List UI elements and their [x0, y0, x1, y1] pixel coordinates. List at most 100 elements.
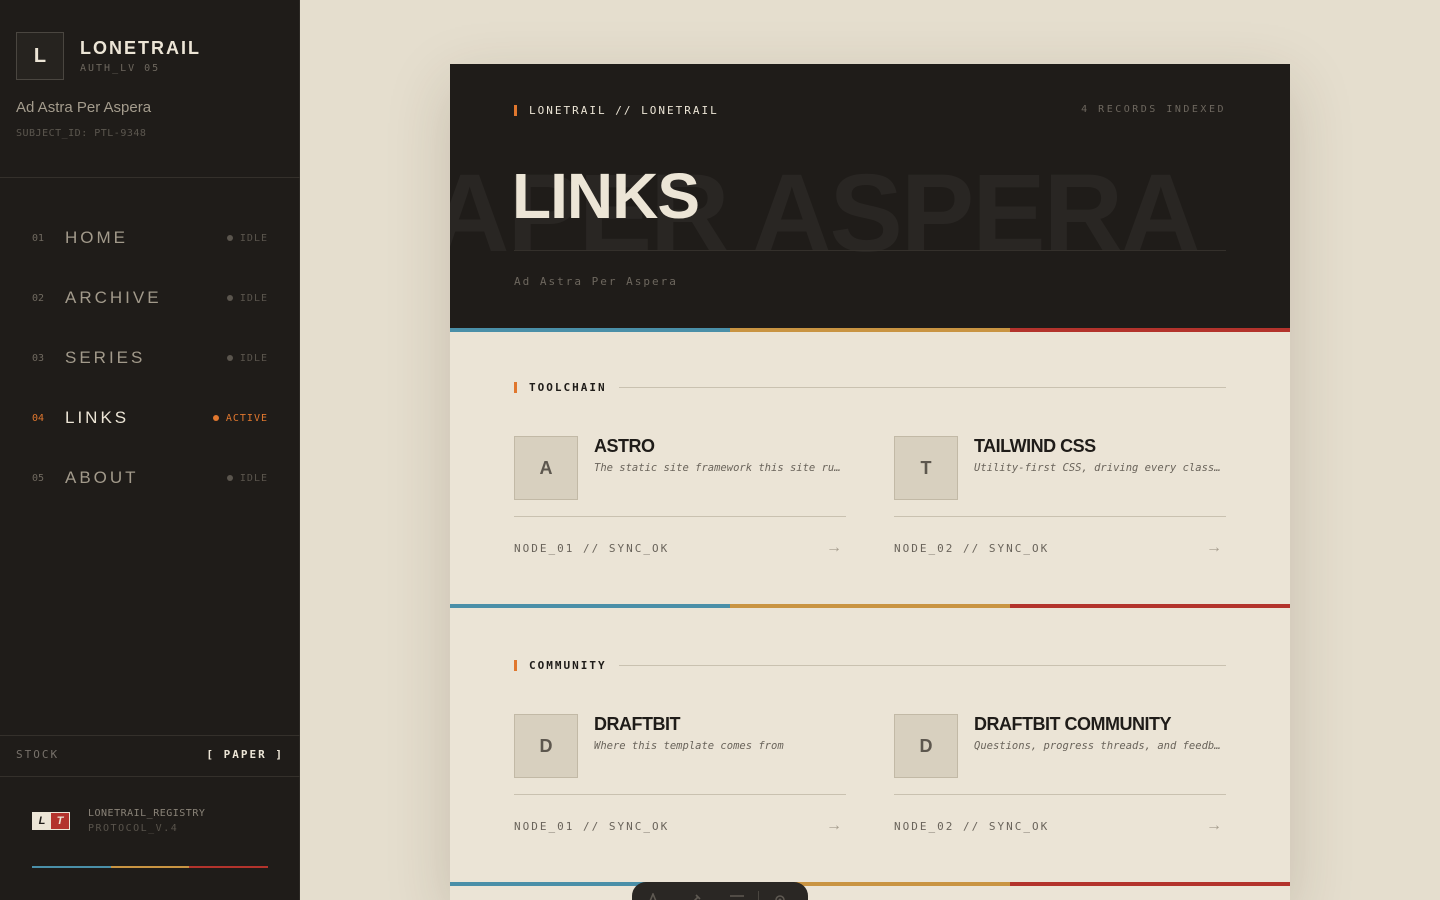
- link-description: Where this template comes from: [594, 740, 784, 752]
- breadcrumb: LONETRAIL // LONETRAIL: [514, 104, 719, 117]
- records-count: 4 RECORDS INDEXED: [1081, 104, 1226, 115]
- status-dot-icon: [212, 415, 219, 421]
- link-initial-badge: D: [514, 714, 578, 778]
- nav-number: 03: [32, 352, 45, 364]
- nav-item-series[interactable]: 03 SERIES IDLE: [32, 343, 268, 373]
- nav-status: IDLE: [226, 292, 268, 304]
- sidebar-divider: [0, 177, 300, 178]
- links-card: APER ASPERA LONETRAIL // LONETRAIL 4 REC…: [450, 64, 1290, 900]
- breadcrumb-text: LONETRAIL // LONETRAIL: [529, 104, 719, 117]
- color-stripe: [450, 328, 1290, 332]
- link-title: ASTRO: [594, 436, 655, 456]
- link-divider: [894, 516, 1226, 517]
- link-title: DRAFTBIT: [594, 714, 680, 734]
- stock-row: STOCK [ PAPER ]: [16, 748, 284, 761]
- status-dot-icon: [226, 295, 233, 301]
- arrow-right-icon[interactable]: →: [1206, 539, 1222, 557]
- stock-toggle-button[interactable]: [ PAPER ]: [206, 748, 284, 761]
- nav-number: 02: [32, 292, 45, 304]
- link-node-status: NODE_01 // SYNC_OK: [514, 819, 670, 833]
- page-subtitle: Ad Astra Per Aspera: [514, 275, 678, 288]
- link-divider: [894, 794, 1226, 795]
- nav-status-text: IDLE: [239, 472, 268, 484]
- link-initial-badge: T: [894, 436, 958, 500]
- nav-label: ARCHIVE: [65, 288, 162, 307]
- link-node-status: NODE_01 // SYNC_OK: [514, 541, 670, 555]
- color-stripe: [450, 882, 1290, 886]
- brush-icon[interactable]: [674, 888, 716, 900]
- link-node-status: NODE_02 // SYNC_OK: [894, 819, 1050, 833]
- brand-logo: L: [16, 32, 64, 80]
- section-divider: [618, 387, 1226, 388]
- section-divider: [618, 665, 1226, 666]
- nav-status: IDLE: [226, 352, 268, 364]
- registry-logo: L T: [32, 812, 70, 830]
- status-dot-icon: [226, 355, 233, 361]
- nav-status-text: ACTIVE: [225, 412, 268, 424]
- text-icon[interactable]: [632, 888, 674, 900]
- brand-name: LONETRAIL: [80, 38, 201, 58]
- link-divider: [514, 794, 846, 795]
- link-description: The static site framework this site runs…: [594, 462, 846, 474]
- nav-number: 04: [32, 412, 45, 424]
- link-card-tailwind[interactable]: T TAILWIND CSS Utility-first CSS, drivin…: [894, 436, 1226, 557]
- link-card-draftbit-community[interactable]: D DRAFTBIT COMMUNITY Questions, progress…: [894, 714, 1226, 835]
- nav-item-about[interactable]: 05 ABOUT IDLE: [32, 463, 268, 493]
- nav-item-links[interactable]: 04 LINKS ACTIVE: [32, 403, 268, 433]
- floating-toolbar: [632, 882, 808, 900]
- nav-number: 01: [32, 232, 45, 244]
- sidebar-divider: [0, 776, 300, 777]
- section-header-community: COMMUNITY: [514, 659, 1226, 672]
- nav-label: LINKS: [65, 408, 130, 427]
- nav-status-text: IDLE: [239, 352, 268, 364]
- nav-status: IDLE: [226, 232, 268, 244]
- nav-status: ACTIVE: [212, 412, 268, 424]
- nav-item-home[interactable]: 01 HOME IDLE: [32, 223, 268, 253]
- link-title: TAILWIND CSS: [974, 436, 1096, 456]
- arrow-right-icon[interactable]: →: [826, 539, 842, 557]
- registry: L T LONETRAIL_REGISTRY PROTOCOL_V.4: [32, 808, 205, 834]
- brand-auth-level: AUTH_LV 05: [80, 63, 161, 74]
- nav-label: SERIES: [65, 348, 146, 367]
- sidebar-tagline: Ad Astra Per Aspera: [16, 99, 152, 116]
- link-card-draftbit[interactable]: D DRAFTBIT Where this template comes fro…: [514, 714, 846, 835]
- link-divider: [514, 516, 846, 517]
- color-stripe: [450, 604, 1290, 608]
- sidebar: L LONETRAIL AUTH_LV 05 Ad Astra Per Aspe…: [0, 0, 300, 900]
- registry-logo-l: L: [33, 813, 51, 829]
- subject-id: SUBJECT_ID: PTL-9348: [16, 128, 147, 139]
- link-title: DRAFTBIT COMMUNITY: [974, 714, 1171, 734]
- nav-label: HOME: [65, 228, 128, 247]
- hero: APER ASPERA LONETRAIL // LONETRAIL 4 REC…: [450, 64, 1290, 328]
- sidebar-divider: [0, 735, 300, 736]
- registry-name: LONETRAIL_REGISTRY: [88, 808, 206, 819]
- status-dot-icon: [226, 475, 233, 481]
- link-node-status: NODE_02 // SYNC_OK: [894, 541, 1050, 555]
- accent-marker: [514, 660, 517, 671]
- hero-divider: [514, 250, 1226, 251]
- accent-marker: [514, 105, 517, 116]
- nav-item-archive[interactable]: 02 ARCHIVE IDLE: [32, 283, 268, 313]
- status-dot-icon: [226, 235, 233, 241]
- arrow-right-icon[interactable]: →: [1206, 817, 1222, 835]
- brand[interactable]: L LONETRAIL AUTH_LV 05: [16, 32, 201, 80]
- link-description: Questions, progress threads, and feedbac…: [974, 740, 1226, 752]
- registry-logo-t: T: [51, 813, 69, 829]
- menu-icon[interactable]: [716, 888, 758, 900]
- gear-icon[interactable]: [759, 888, 801, 900]
- color-stripe: [32, 866, 269, 868]
- link-initial-badge: A: [514, 436, 578, 500]
- stock-label: STOCK: [16, 748, 60, 761]
- section-title: COMMUNITY: [529, 659, 607, 672]
- link-card-astro[interactable]: A ASTRO The static site framework this s…: [514, 436, 846, 557]
- accent-marker: [514, 382, 517, 393]
- section-header-toolchain: TOOLCHAIN: [514, 381, 1226, 394]
- nav-status-text: IDLE: [239, 292, 268, 304]
- nav-status-text: IDLE: [239, 232, 268, 244]
- link-description: Utility-first CSS, driving every class o…: [974, 462, 1226, 474]
- arrow-right-icon[interactable]: →: [826, 817, 842, 835]
- nav-status: IDLE: [226, 472, 268, 484]
- link-initial-badge: D: [894, 714, 958, 778]
- page-title: LINKS: [512, 160, 700, 232]
- nav-number: 05: [32, 472, 45, 484]
